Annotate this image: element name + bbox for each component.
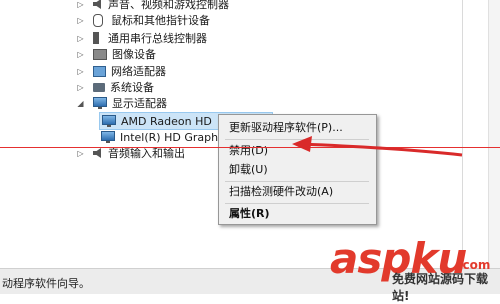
watermark-caption: 免费网站源码下载站! [392, 272, 489, 303]
watermark-domain: .com [458, 258, 491, 272]
status-text: 动程序软件向导。 [2, 277, 90, 290]
